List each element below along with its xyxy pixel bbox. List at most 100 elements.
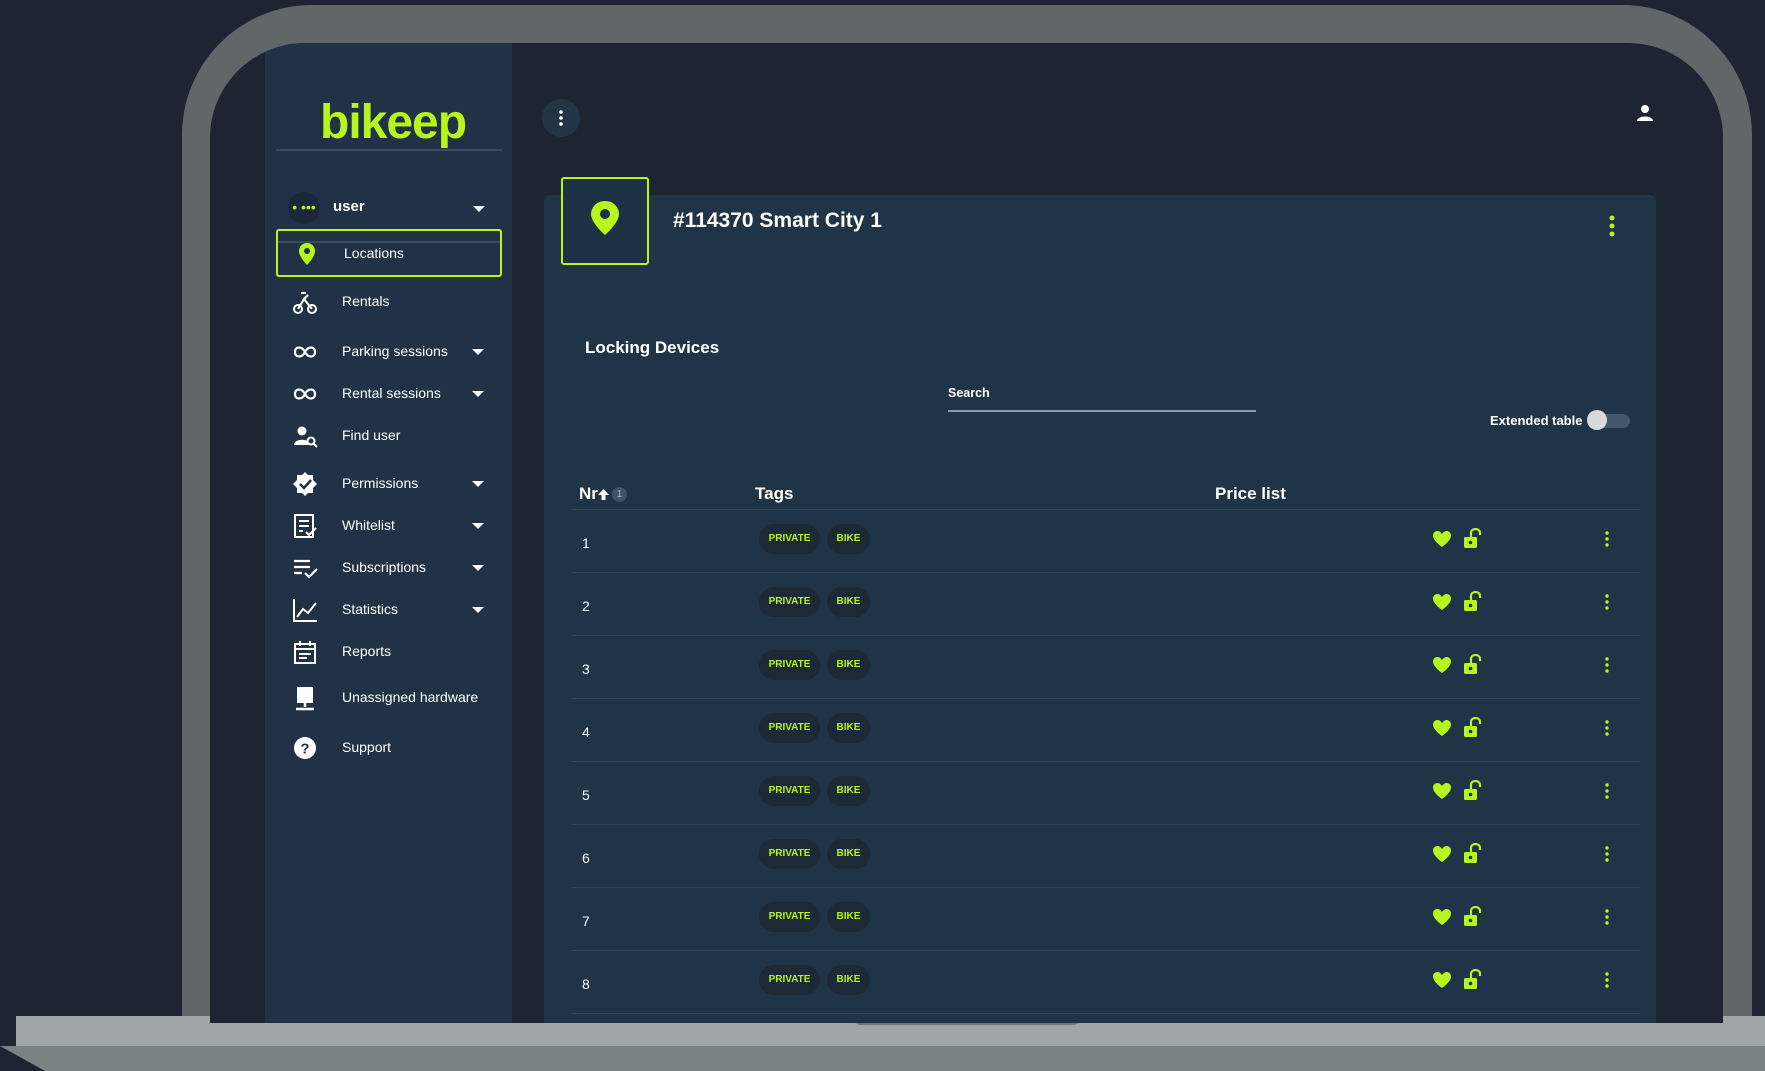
row-options-icon[interactable] bbox=[1604, 782, 1610, 800]
row-options-icon[interactable] bbox=[1604, 530, 1610, 548]
unlock-icon[interactable] bbox=[1462, 969, 1482, 990]
tag-bike: BIKE bbox=[827, 839, 870, 869]
sidebar-item-find-user[interactable]: Find user bbox=[276, 413, 498, 457]
row-options-icon[interactable] bbox=[1604, 908, 1610, 926]
heart-icon[interactable] bbox=[1432, 656, 1452, 674]
line-chart-icon bbox=[293, 599, 317, 622]
tag-private: PRIVATE bbox=[759, 965, 820, 995]
unlock-icon[interactable] bbox=[1462, 591, 1482, 612]
chevron-down-icon[interactable] bbox=[472, 607, 484, 613]
chevron-down-icon[interactable] bbox=[472, 523, 484, 529]
table-row[interactable]: 4 PRIVATE BIKE bbox=[572, 702, 1640, 764]
heart-icon[interactable] bbox=[1432, 782, 1452, 800]
heart-icon[interactable] bbox=[1432, 593, 1452, 611]
sidebar-item-parking-sessions[interactable]: Parking sessions bbox=[276, 329, 498, 373]
sidebar-item-label: Rentals bbox=[342, 293, 390, 309]
row-separator bbox=[572, 698, 1640, 699]
unlock-icon[interactable] bbox=[1462, 906, 1482, 927]
user-menu[interactable]: • ••• user bbox=[276, 186, 502, 230]
menu-toggle-button[interactable] bbox=[542, 99, 580, 137]
table-row[interactable]: 3 PRIVATE BIKE bbox=[572, 639, 1640, 701]
table-row[interactable]: 6 PRIVATE BIKE bbox=[572, 828, 1640, 890]
calendar-icon bbox=[294, 641, 316, 664]
row-options-icon[interactable] bbox=[1604, 719, 1610, 737]
device-number: 8 bbox=[582, 976, 590, 992]
table-row[interactable]: 7 PRIVATE BIKE bbox=[572, 891, 1640, 953]
search-input[interactable]: Search bbox=[948, 386, 990, 400]
toggle-knob[interactable] bbox=[1587, 410, 1607, 430]
row-separator bbox=[572, 509, 1640, 510]
row-options-icon[interactable] bbox=[1604, 845, 1610, 863]
tag-bike: BIKE bbox=[827, 713, 870, 743]
infinity-icon bbox=[293, 388, 317, 400]
sidebar-item-whitelist[interactable]: Whitelist bbox=[276, 503, 498, 547]
tag-bike: BIKE bbox=[827, 776, 870, 806]
checklist-icon bbox=[294, 514, 317, 538]
row-separator bbox=[572, 761, 1640, 762]
laptop-base-bottom bbox=[0, 1046, 1765, 1071]
sidebar-item-unassigned-hardware[interactable]: Unassigned hardware bbox=[276, 675, 498, 719]
search-underline bbox=[948, 410, 1256, 412]
svg-text:?: ? bbox=[300, 741, 309, 758]
device-number: 5 bbox=[582, 787, 590, 803]
row-options-icon[interactable] bbox=[1604, 593, 1610, 611]
location-options-icon[interactable] bbox=[1608, 215, 1616, 237]
tag-private: PRIVATE bbox=[759, 650, 820, 680]
sort-ascending-icon[interactable] bbox=[597, 488, 610, 501]
tag-private: PRIVATE bbox=[759, 713, 820, 743]
row-separator bbox=[572, 635, 1640, 636]
sidebar-item-support[interactable]: ? Support bbox=[276, 725, 498, 769]
unlock-icon[interactable] bbox=[1462, 780, 1482, 801]
table-row[interactable]: 1 PRIVATE BIKE bbox=[572, 513, 1640, 575]
column-header-nr[interactable]: Nr bbox=[579, 484, 598, 504]
sidebar-item-label: Unassigned hardware bbox=[342, 689, 479, 705]
tag-bike: BIKE bbox=[827, 524, 870, 554]
tag-private: PRIVATE bbox=[759, 839, 820, 869]
chevron-down-icon[interactable] bbox=[472, 481, 484, 487]
device-number: 1 bbox=[582, 535, 590, 551]
tag-private: PRIVATE bbox=[759, 587, 820, 617]
table-row[interactable]: 8 PRIVATE BIKE bbox=[572, 954, 1640, 1016]
row-options-icon[interactable] bbox=[1604, 971, 1610, 989]
chevron-down-icon[interactable] bbox=[472, 349, 484, 355]
column-header-price-list: Price list bbox=[1215, 484, 1286, 503]
chevron-down-icon[interactable] bbox=[472, 565, 484, 571]
sidebar: bikeep • ••• user Locations Rentals Parkin… bbox=[265, 43, 512, 1023]
row-separator bbox=[572, 950, 1640, 951]
sidebar-item-label: Statistics bbox=[342, 601, 399, 617]
sidebar-item-reports[interactable]: Reports bbox=[276, 629, 498, 673]
unlock-icon[interactable] bbox=[1462, 528, 1482, 549]
sidebar-item-label: Reports bbox=[342, 643, 392, 659]
sidebar-item-permissions[interactable]: Permissions bbox=[276, 461, 498, 505]
playlist-check-icon bbox=[294, 559, 318, 579]
unlock-icon[interactable] bbox=[1462, 717, 1482, 738]
tag-private: PRIVATE bbox=[759, 776, 820, 806]
device-number: 7 bbox=[582, 913, 590, 929]
heart-icon[interactable] bbox=[1432, 908, 1452, 926]
unlock-icon[interactable] bbox=[1462, 654, 1482, 675]
sidebar-item-statistics[interactable]: Statistics bbox=[276, 587, 498, 631]
account-icon[interactable] bbox=[1635, 103, 1655, 123]
sidebar-item-label: Whitelist bbox=[342, 517, 395, 533]
table-row[interactable]: 2 PRIVATE BIKE bbox=[572, 576, 1640, 638]
row-options-icon[interactable] bbox=[1604, 656, 1610, 674]
sidebar-item-rentals[interactable]: Rentals bbox=[276, 279, 498, 323]
location-badge bbox=[561, 177, 649, 265]
extended-table-label: Extended table bbox=[1490, 413, 1583, 428]
heart-icon[interactable] bbox=[1432, 971, 1452, 989]
tag-bike: BIKE bbox=[827, 902, 870, 932]
hardware-icon bbox=[296, 687, 314, 711]
location-pin-icon bbox=[299, 243, 315, 265]
sort-order-badge: 1 bbox=[612, 487, 627, 502]
sidebar-item-label: Support bbox=[342, 739, 392, 755]
chevron-down-icon[interactable] bbox=[472, 391, 484, 397]
sidebar-item-subscriptions[interactable]: Subscriptions bbox=[276, 545, 498, 589]
device-number: 3 bbox=[582, 661, 590, 677]
heart-icon[interactable] bbox=[1432, 530, 1452, 548]
heart-icon[interactable] bbox=[1432, 719, 1452, 737]
sidebar-item-rental-sessions[interactable]: Rental sessions bbox=[276, 371, 498, 415]
table-row[interactable]: 5 PRIVATE BIKE bbox=[572, 765, 1640, 827]
sidebar-item-locations[interactable]: Locations bbox=[276, 229, 502, 277]
unlock-icon[interactable] bbox=[1462, 843, 1482, 864]
heart-icon[interactable] bbox=[1432, 845, 1452, 863]
